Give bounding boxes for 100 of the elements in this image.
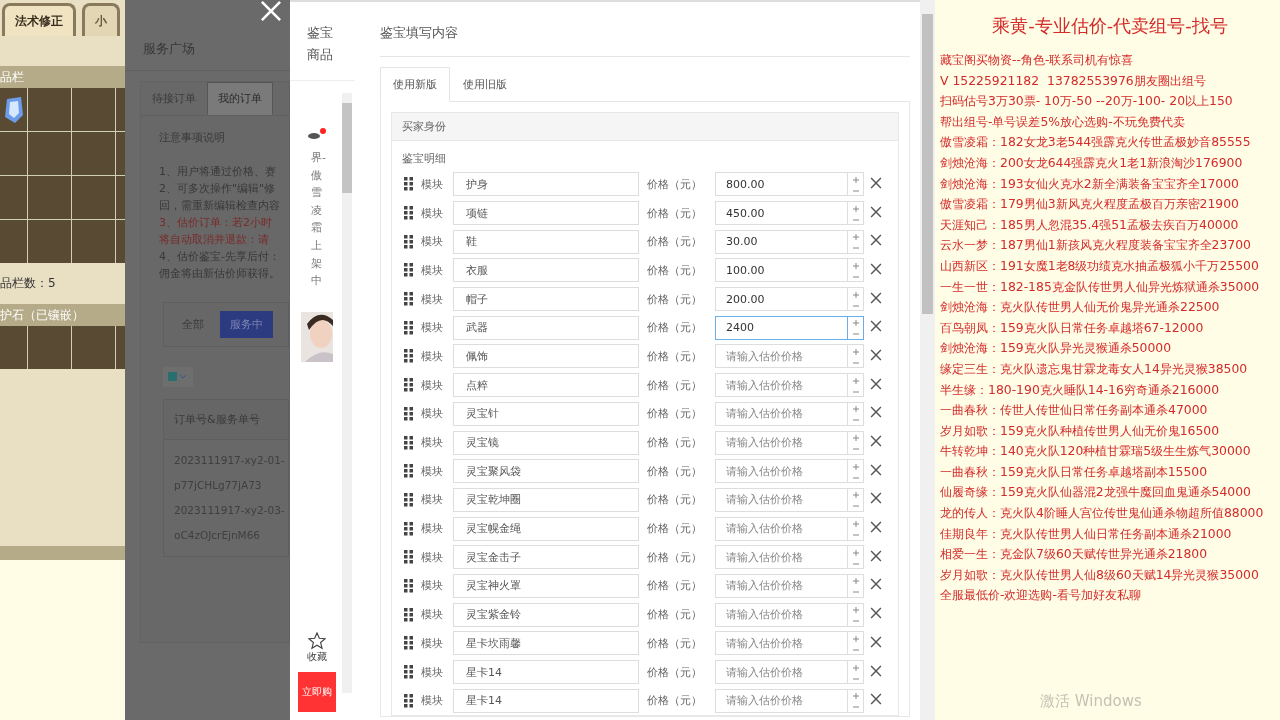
drag-handle-icon[interactable]: [404, 263, 413, 278]
drag-handle-icon[interactable]: [404, 349, 413, 364]
price-field[interactable]: 2400: [715, 315, 847, 340]
module-name-field[interactable]: 帽子: [453, 287, 639, 312]
scrollbar-thumb[interactable]: [342, 103, 352, 193]
plus-icon[interactable]: [852, 205, 859, 212]
module-name-field[interactable]: 星卡坎雨馨: [453, 631, 639, 656]
drag-handle-icon[interactable]: [404, 492, 413, 507]
plus-icon[interactable]: [852, 262, 859, 269]
module-name-field[interactable]: 灵宝针: [453, 401, 639, 426]
buy-button[interactable]: 立即购: [297, 671, 336, 712]
delete-icon[interactable]: [869, 319, 883, 334]
drag-handle-icon[interactable]: [404, 693, 413, 708]
plus-icon[interactable]: [852, 693, 859, 700]
delete-icon[interactable]: [869, 347, 883, 362]
star-icon[interactable]: [307, 631, 326, 650]
module-name-field[interactable]: 灵宝镜: [453, 430, 639, 455]
price-field[interactable]: 800.00: [715, 172, 847, 197]
delete-icon[interactable]: [869, 577, 883, 592]
version-tab[interactable]: 使用新版: [380, 67, 450, 102]
delete-icon[interactable]: [869, 606, 883, 621]
price-field[interactable]: 请输入估价价格: [715, 430, 847, 455]
delete-icon[interactable]: [869, 663, 883, 678]
plus-icon[interactable]: [852, 406, 859, 413]
delete-icon[interactable]: [869, 376, 883, 391]
delete-icon[interactable]: [869, 520, 883, 535]
drag-handle-icon[interactable]: [404, 292, 413, 307]
drag-handle-icon[interactable]: [404, 464, 413, 479]
delete-icon[interactable]: [869, 204, 883, 219]
module-name-field[interactable]: 星卡14: [453, 660, 639, 685]
plus-icon[interactable]: [852, 635, 859, 642]
minus-icon[interactable]: [852, 275, 859, 278]
plus-icon[interactable]: [852, 377, 859, 384]
price-field[interactable]: 请输入估价价格: [715, 573, 847, 598]
module-name-field[interactable]: 武器: [453, 315, 639, 340]
module-name-field[interactable]: 项链: [453, 201, 639, 226]
module-name-field[interactable]: 衣服: [453, 258, 639, 283]
drag-handle-icon[interactable]: [404, 320, 413, 335]
minus-icon[interactable]: [852, 333, 859, 336]
price-field[interactable]: 请输入估价价格: [715, 660, 847, 685]
price-field[interactable]: 450.00: [715, 201, 847, 226]
version-tab[interactable]: 使用旧版: [450, 67, 520, 102]
plus-icon[interactable]: [852, 348, 859, 355]
game-tab[interactable]: 法术修正: [2, 3, 76, 36]
price-field[interactable]: 100.00: [715, 258, 847, 283]
minus-icon[interactable]: [852, 706, 859, 709]
plus-icon[interactable]: [852, 521, 859, 528]
price-field[interactable]: 请输入估价价格: [715, 487, 847, 512]
price-field[interactable]: 请输入估价价格: [715, 373, 847, 398]
minus-icon[interactable]: [852, 562, 859, 565]
module-name-field[interactable]: 佩饰: [453, 344, 639, 369]
delete-icon[interactable]: [869, 548, 883, 563]
price-field[interactable]: 请输入估价价格: [715, 344, 847, 369]
drag-handle-icon[interactable]: [404, 665, 413, 680]
plus-icon[interactable]: [852, 320, 859, 327]
delete-icon[interactable]: [869, 290, 883, 305]
minus-icon[interactable]: [852, 247, 859, 250]
plus-icon[interactable]: [852, 607, 859, 614]
module-name-field[interactable]: 灵宝幌金绳: [453, 516, 639, 541]
drag-handle-icon[interactable]: [404, 177, 413, 192]
plus-icon[interactable]: [852, 176, 859, 183]
game-tab[interactable]: 小: [82, 3, 120, 36]
minus-icon[interactable]: [852, 677, 859, 680]
delete-icon[interactable]: [869, 462, 883, 477]
plus-icon[interactable]: [852, 291, 859, 298]
module-name-field[interactable]: 灵宝紫金铃: [453, 602, 639, 627]
price-field[interactable]: 请输入估价价格: [715, 688, 847, 713]
minus-icon[interactable]: [852, 476, 859, 479]
minus-icon[interactable]: [852, 304, 859, 307]
module-name-field[interactable]: 鞋: [453, 229, 639, 254]
delete-icon[interactable]: [869, 491, 883, 506]
price-field[interactable]: 30.00: [715, 229, 847, 254]
price-field[interactable]: 200.00: [715, 287, 847, 312]
plus-icon[interactable]: [852, 435, 859, 442]
module-name-field[interactable]: 灵宝聚风袋: [453, 459, 639, 484]
delete-icon[interactable]: [869, 233, 883, 248]
price-field[interactable]: 请输入估价价格: [715, 401, 847, 426]
inventory-slot[interactable]: [0, 88, 27, 131]
delete-icon[interactable]: [869, 405, 883, 420]
minus-icon[interactable]: [852, 534, 859, 537]
module-name-field[interactable]: 星卡14: [453, 688, 639, 713]
drag-handle-icon[interactable]: [404, 636, 413, 651]
minus-icon[interactable]: [852, 620, 859, 623]
delete-icon[interactable]: [869, 434, 883, 449]
module-name-field[interactable]: 点粹: [453, 373, 639, 398]
drag-handle-icon[interactable]: [404, 607, 413, 622]
delete-icon[interactable]: [869, 175, 883, 190]
minus-icon[interactable]: [852, 419, 859, 422]
module-name-field[interactable]: 灵宝金击子: [453, 545, 639, 570]
scrollbar[interactable]: [342, 93, 352, 693]
plus-icon[interactable]: [852, 234, 859, 241]
drag-handle-icon[interactable]: [404, 406, 413, 421]
drag-handle-icon[interactable]: [404, 378, 413, 393]
minus-icon[interactable]: [852, 361, 859, 364]
delete-icon[interactable]: [869, 634, 883, 649]
minus-icon[interactable]: [852, 505, 859, 508]
minus-icon[interactable]: [852, 648, 859, 651]
plus-icon[interactable]: [852, 492, 859, 499]
minus-icon[interactable]: [852, 448, 859, 451]
price-field[interactable]: 请输入估价价格: [715, 459, 847, 484]
